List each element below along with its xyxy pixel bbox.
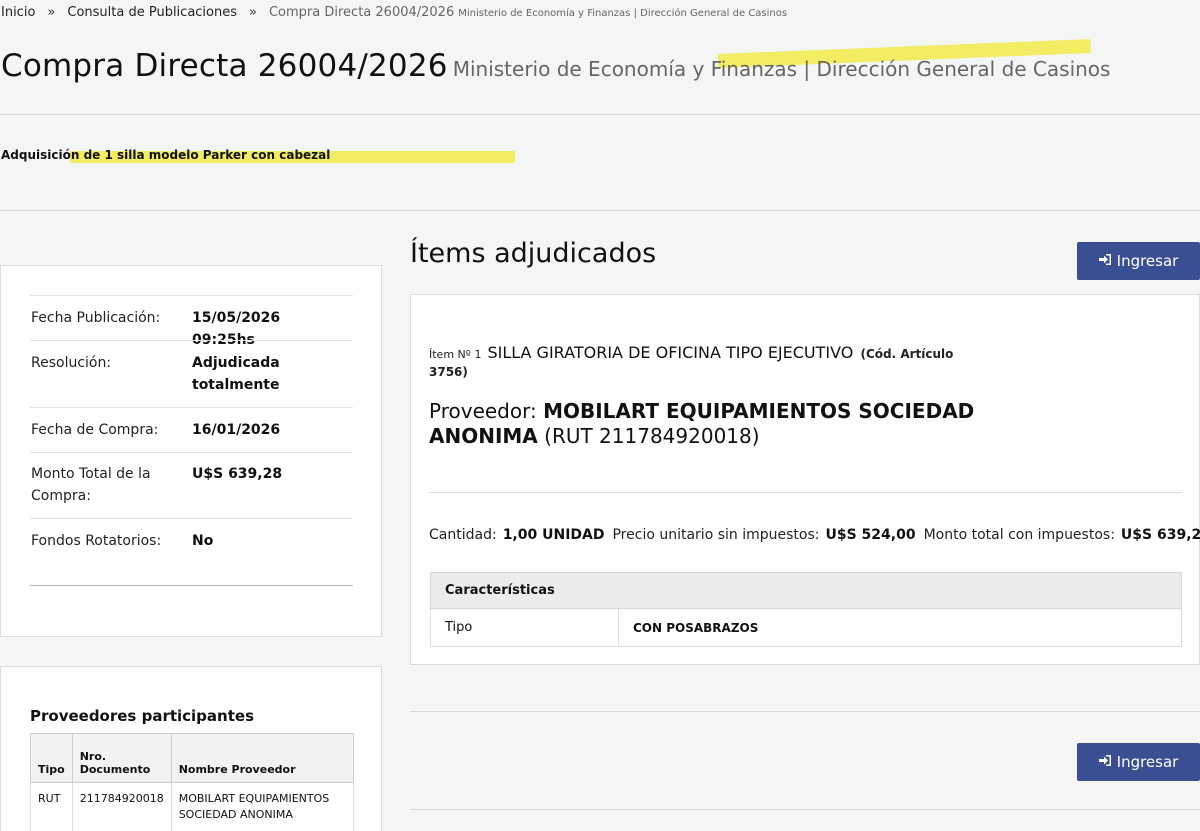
page-title-main: Compra Directa 26004/2026 bbox=[1, 48, 448, 84]
info-row-rotating-funds: Fondos Rotatorios: No bbox=[30, 518, 353, 585]
unit-price-label: Precio unitario sin impuestos: bbox=[612, 527, 820, 543]
awarded-item-card: Ítem Nº 1 SILLA GIRATORIA DE OFICINA TIPO… bbox=[410, 294, 1200, 665]
info-row-publication-date: Fecha Publicación: 15/05/2026 09:25hs bbox=[30, 295, 353, 348]
breadcrumb-separator: » bbox=[47, 5, 56, 20]
characteristic-name: Tipo bbox=[430, 608, 619, 647]
table-row: RUT 211784920018 MOBILART EQUIPAMIENTOS … bbox=[30, 782, 355, 831]
breadcrumb-home-link[interactable]: Inicio bbox=[1, 5, 35, 20]
item-name: SILLA GIRATORIA DE OFICINA TIPO EJECUTIV… bbox=[487, 343, 854, 362]
total-value: U$S 639,28 bbox=[1120, 527, 1200, 543]
column-header-type: Tipo bbox=[30, 733, 73, 783]
breadcrumb-current-sub: Ministerio de Economía y Finanzas | Dire… bbox=[458, 8, 788, 19]
awarded-items-title: Ítems adjudicados bbox=[410, 238, 657, 269]
breadcrumb-consulta-link[interactable]: Consulta de Publicaciones bbox=[67, 5, 237, 20]
breadcrumb: Inicio » Consulta de Publicaciones » Compra … bbox=[1, 5, 787, 20]
info-row-resolution: Resolución: Adjudicada totalmente bbox=[30, 340, 353, 407]
info-label: Resolución: bbox=[31, 355, 112, 371]
info-row-purchase-date: Fecha de Compra: 16/01/2026 bbox=[30, 407, 353, 452]
providers-title: Proveedores participantes bbox=[30, 707, 254, 725]
providers-table: Tipo Nro. Documento Nombre Proveedor RUT… bbox=[30, 733, 355, 831]
item-number: Ítem Nº 1 bbox=[429, 348, 482, 361]
quantity-label: Cantidad: bbox=[429, 527, 497, 543]
page-title: Compra Directa 26004/2026 Ministerio de E… bbox=[1, 48, 1110, 84]
characteristic-value: CON POSABRAZOS bbox=[618, 608, 1182, 647]
table-row: Tipo CON POSABRAZOS bbox=[430, 608, 1182, 647]
table-header-row: Tipo Nro. Documento Nombre Proveedor bbox=[30, 733, 355, 783]
divider bbox=[410, 711, 1200, 712]
info-label: Monto Total de la Compra: bbox=[31, 466, 151, 504]
info-value: U$S 639,28 bbox=[192, 466, 283, 482]
divider bbox=[0, 114, 1200, 115]
info-row-total-amount: Monto Total de la Compra: U$S 639,28 bbox=[30, 452, 353, 518]
divider bbox=[0, 210, 1200, 211]
unit-price-value: U$S 524,00 bbox=[825, 527, 916, 543]
info-value: No bbox=[192, 533, 214, 549]
page-title-organization: Ministerio de Economía y Finanzas | Dire… bbox=[452, 57, 1111, 81]
page: Inicio » Consulta de Publicaciones » Compra … bbox=[0, 0, 1200, 831]
column-header-document: Nro. Documento bbox=[71, 733, 172, 783]
providers-card: Proveedores participantes Tipo Nro. Docu… bbox=[0, 666, 382, 831]
info-label: Fecha de Compra: bbox=[31, 422, 159, 438]
table-header-row: Características bbox=[430, 572, 1182, 609]
purchase-description: Adquisición de 1 silla modelo Parker con… bbox=[1, 148, 331, 162]
provider-name: MOBILART EQUIPAMIENTOS SOCIEDAD ANONIMA bbox=[170, 782, 355, 831]
login-button[interactable]: Ingresar bbox=[1077, 242, 1200, 280]
info-label: Fecha Publicación: bbox=[31, 310, 161, 326]
total-label: Monto total con impuestos: bbox=[923, 527, 1115, 543]
sign-in-icon bbox=[1098, 755, 1111, 769]
item-header: Ítem Nº 1 SILLA GIRATORIA DE OFICINA TIPO… bbox=[429, 345, 989, 380]
quantity-value: 1,00 UNIDAD bbox=[502, 527, 605, 543]
breadcrumb-current: Compra Directa 26004/2026 bbox=[268, 5, 455, 20]
purchase-info-card: Fecha Publicación: 15/05/2026 09:25hs Re… bbox=[0, 265, 382, 637]
column-header-provider-name: Nombre Proveedor bbox=[170, 733, 355, 783]
info-card-bottom-rule bbox=[30, 585, 353, 586]
characteristics-table: Características Tipo CON POSABRAZOS bbox=[430, 572, 1182, 647]
provider-rut: (RUT 211784920018) bbox=[544, 424, 760, 448]
provider-label: Proveedor: bbox=[429, 399, 537, 423]
breadcrumb-separator: » bbox=[249, 5, 257, 20]
item-provider: Proveedor: MOBILART EQUIPAMIENTOS SOCIED… bbox=[429, 399, 989, 449]
divider bbox=[429, 492, 1182, 493]
provider-type: RUT bbox=[30, 782, 73, 831]
item-quantities: Cantidad: 1,00 UNIDAD Precio unitario sin … bbox=[429, 527, 1200, 543]
info-label: Fondos Rotatorios: bbox=[31, 533, 162, 549]
divider bbox=[410, 809, 1200, 810]
info-value: 16/01/2026 bbox=[192, 422, 281, 438]
login-button-bottom[interactable]: Ingresar bbox=[1077, 743, 1200, 781]
provider-document: 211784920018 bbox=[71, 782, 172, 831]
info-value: Adjudicada totalmente bbox=[192, 355, 280, 393]
characteristics-header: Características bbox=[430, 572, 1182, 609]
login-button-label: Ingresar bbox=[1116, 753, 1179, 771]
sign-in-icon bbox=[1098, 254, 1111, 268]
login-button-label: Ingresar bbox=[1116, 252, 1179, 270]
